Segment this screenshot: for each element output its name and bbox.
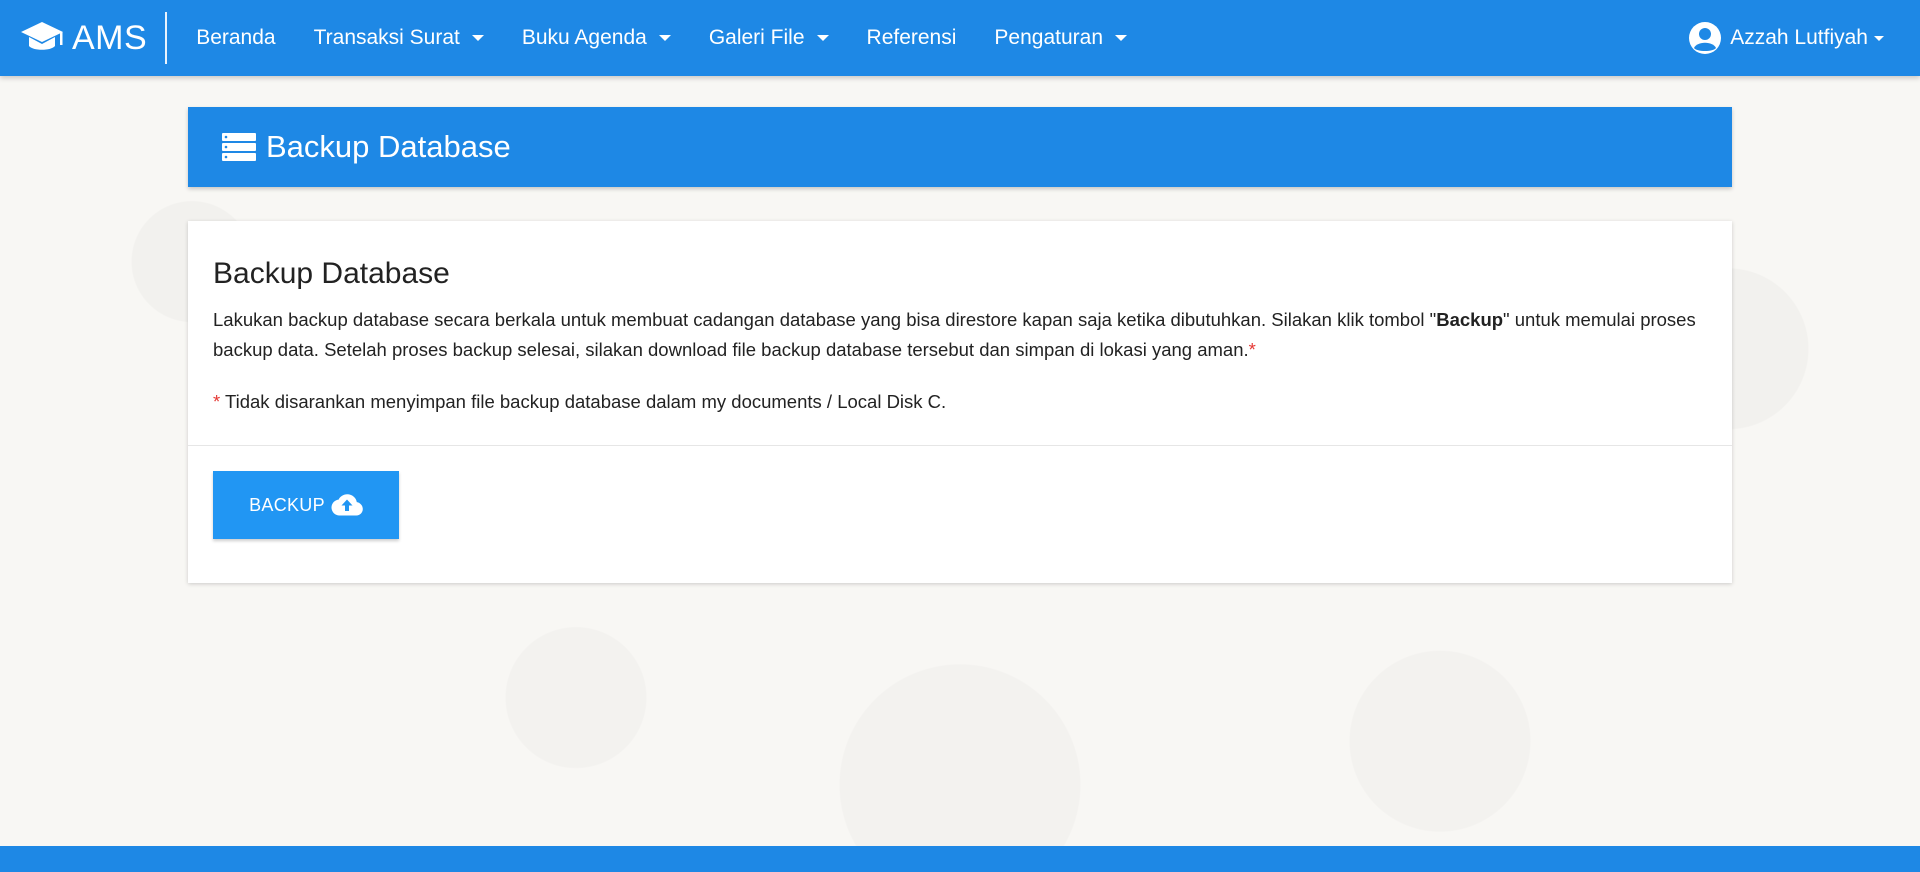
backup-button[interactable]: BACKUP xyxy=(213,471,399,539)
card-footer: BACKUP xyxy=(188,446,1732,564)
nav-buku-agenda-label: Buku Agenda xyxy=(521,26,647,49)
caret-down-icon xyxy=(816,35,829,41)
nav-galeri-file[interactable]: Galeri File xyxy=(690,0,848,76)
nav-pengaturan[interactable]: Pengaturan xyxy=(975,0,1146,76)
user-name: Azzah Lutfiyah xyxy=(1730,26,1868,49)
caret-down-icon xyxy=(471,35,484,41)
user-menu[interactable]: Azzah Lutfiyah xyxy=(1688,0,1884,76)
nav-beranda-label: Beranda xyxy=(196,26,276,49)
nav-beranda[interactable]: Beranda xyxy=(177,0,294,76)
footer-bar xyxy=(0,846,1920,872)
nav-referensi-label: Referensi xyxy=(866,26,957,49)
caret-down-icon xyxy=(1115,35,1128,41)
description-bold: Backup xyxy=(1436,309,1504,330)
description-part1: Lakukan backup database secara berkala u… xyxy=(213,309,1437,330)
graduation-cap-icon xyxy=(21,22,63,50)
user-avatar-icon xyxy=(1689,22,1722,54)
page-header: Backup Database xyxy=(188,107,1732,187)
nav-buku-agenda[interactable]: Buku Agenda xyxy=(503,0,690,76)
warning-note: * Tidak disarankan menyimpan file backup… xyxy=(213,391,1707,413)
nav-pengaturan-label: Pengaturan xyxy=(994,26,1104,49)
card-description: Lakukan backup database secara berkala u… xyxy=(213,305,1707,365)
brand[interactable]: AMS xyxy=(0,12,168,64)
database-server-icon xyxy=(222,133,256,161)
backup-button-label: BACKUP xyxy=(249,494,325,515)
page-title: Backup Database xyxy=(266,129,511,164)
nav-transaksi-surat[interactable]: Transaksi Surat xyxy=(295,0,503,76)
cloud-upload-icon xyxy=(331,494,363,516)
card-body: Backup Database Lakukan backup database … xyxy=(188,221,1732,446)
nav-galeri-file-label: Galeri File xyxy=(708,26,805,49)
backup-card: Backup Database Lakukan backup database … xyxy=(188,221,1732,583)
required-mark: * xyxy=(1248,339,1256,360)
card-title: Backup Database xyxy=(213,257,450,290)
brand-name: AMS xyxy=(72,18,148,57)
top-navbar: AMS Beranda Transaksi Surat Buku Agenda … xyxy=(0,0,1920,76)
caret-down-icon xyxy=(658,35,671,41)
nav-referensi[interactable]: Referensi xyxy=(848,0,976,76)
caret-down-icon xyxy=(1874,35,1884,41)
nav-transaksi-surat-label: Transaksi Surat xyxy=(313,26,460,49)
note-text: Tidak disarankan menyimpan file backup d… xyxy=(220,391,947,412)
